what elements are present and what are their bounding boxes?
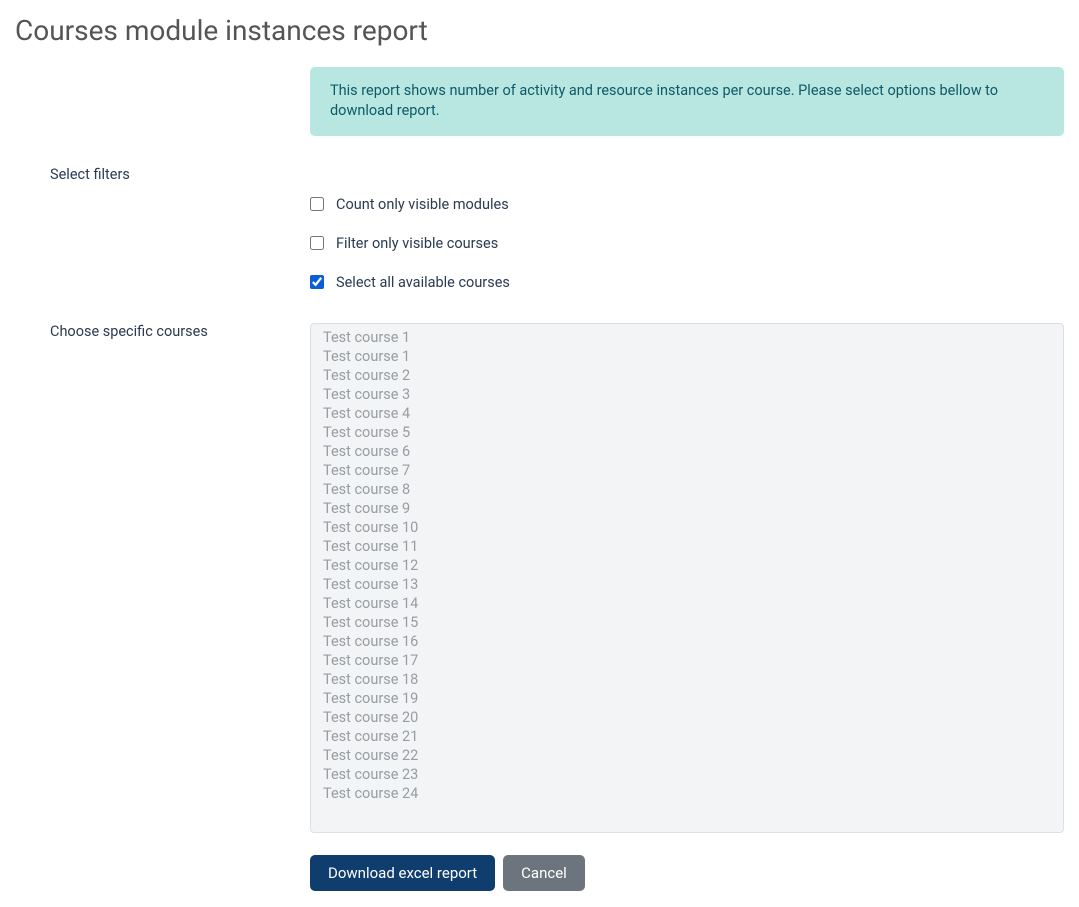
course-option[interactable]: Test course 16 <box>319 632 1055 651</box>
page-title: Courses module instances report <box>15 14 1064 47</box>
course-option[interactable]: Test course 20 <box>319 708 1055 727</box>
course-option[interactable]: Test course 18 <box>319 670 1055 689</box>
course-option[interactable]: Test course 1 <box>319 328 1055 347</box>
course-option[interactable]: Test course 19 <box>319 689 1055 708</box>
cancel-button[interactable]: Cancel <box>503 855 585 891</box>
course-option[interactable]: Test course 17 <box>319 651 1055 670</box>
course-option[interactable]: Test course 9 <box>319 499 1055 518</box>
courses-multiselect[interactable]: Test course 1Test course 1Test course 2T… <box>310 323 1064 833</box>
select-all-courses-checkbox[interactable] <box>310 275 324 289</box>
course-option[interactable]: Test course 2 <box>319 366 1055 385</box>
course-option[interactable]: Test course 4 <box>319 404 1055 423</box>
course-option[interactable]: Test course 24 <box>319 784 1055 803</box>
course-option[interactable]: Test course 22 <box>319 746 1055 765</box>
download-report-button[interactable]: Download excel report <box>310 855 495 891</box>
course-option[interactable]: Test course 1 <box>319 347 1055 366</box>
course-option[interactable]: Test course 14 <box>319 594 1055 613</box>
course-option[interactable]: Test course 13 <box>319 575 1055 594</box>
course-option[interactable]: Test course 23 <box>319 765 1055 784</box>
count-visible-modules-checkbox[interactable] <box>310 197 324 211</box>
choose-courses-label: Choose specific courses <box>50 323 310 340</box>
select-all-courses-label[interactable]: Select all available courses <box>336 274 510 291</box>
course-option[interactable]: Test course 21 <box>319 727 1055 746</box>
course-option[interactable]: Test course 3 <box>319 385 1055 404</box>
course-option[interactable]: Test course 11 <box>319 537 1055 556</box>
course-option[interactable]: Test course 5 <box>319 423 1055 442</box>
course-option[interactable]: Test course 12 <box>319 556 1055 575</box>
filters-section-label: Select filters <box>50 166 310 183</box>
filter-visible-courses-checkbox[interactable] <box>310 236 324 250</box>
filter-visible-courses-label[interactable]: Filter only visible courses <box>336 235 498 252</box>
course-option[interactable]: Test course 10 <box>319 518 1055 537</box>
course-option[interactable]: Test course 7 <box>319 461 1055 480</box>
course-option[interactable]: Test course 15 <box>319 613 1055 632</box>
info-banner: This report shows number of activity and… <box>310 67 1064 136</box>
course-option[interactable]: Test course 8 <box>319 480 1055 499</box>
count-visible-modules-label[interactable]: Count only visible modules <box>336 196 509 213</box>
course-option[interactable]: Test course 6 <box>319 442 1055 461</box>
